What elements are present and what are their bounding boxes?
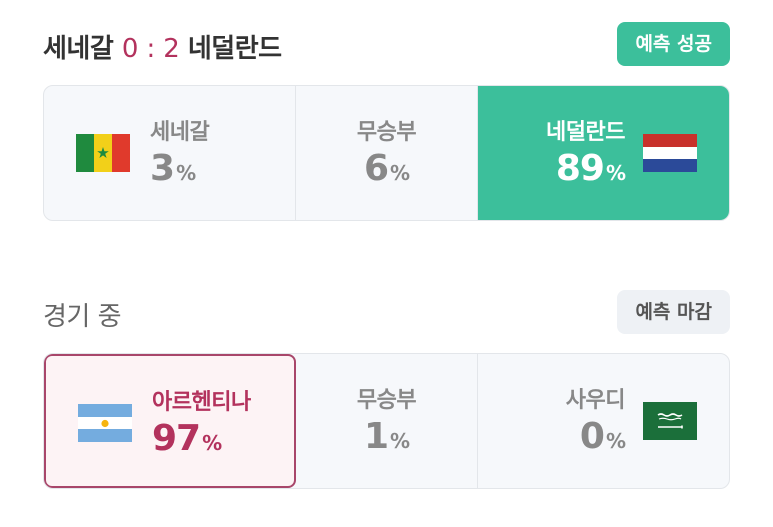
option-away-win[interactable]: 사우디 0% [478,354,729,488]
netherlands-flag-icon [643,134,697,173]
option-away-win[interactable]: 네덜란드 89% [478,86,729,220]
option-label: 무승부 [356,388,417,413]
match-status: 경기 중 [43,302,122,332]
argentina-flag-icon [78,404,132,443]
option-percent: 1% [363,416,410,457]
score-separator: : [146,34,155,64]
match-header: 세네갈 0 : 2 네덜란드 예측 성공 [43,22,730,66]
option-label: 네덜란드 [546,120,625,145]
option-label: 아르헨티나 [152,390,251,415]
prediction-success-badge: 예측 성공 [617,22,730,66]
option-percent: 3% [150,148,196,189]
away-team-name: 네덜란드 [187,34,282,64]
prediction-closed-badge: 예측 마감 [617,290,730,334]
prediction-options: 아르헨티나 97% 무승부 1% 사우디 0% [43,353,730,489]
option-label: 사우디 [565,388,626,413]
option-draw[interactable]: 무승부 1% [296,354,478,488]
option-percent: 89% [555,148,626,189]
match-header: 경기 중 예측 마감 [43,290,730,334]
option-draw[interactable]: 무승부 6% [296,86,478,220]
away-score: 2 [163,34,180,64]
option-home-win[interactable]: 세네갈 3% [44,86,296,220]
option-label: 무승부 [356,120,417,145]
option-home-win[interactable]: 아르헨티나 97% [44,354,296,488]
match-title: 세네갈 0 : 2 네덜란드 [43,28,282,65]
saudi-arabia-flag-icon [643,402,697,440]
prediction-options: 세네갈 3% 무승부 6% 네덜란드 89% [43,85,730,221]
home-score: 0 [121,34,139,64]
option-percent: 6% [363,148,410,189]
senegal-flag-icon [76,134,130,172]
option-percent: 0% [579,416,626,457]
option-percent: 97% [152,418,222,459]
option-label: 세네갈 [150,120,210,145]
home-team-name: 세네갈 [43,34,114,64]
